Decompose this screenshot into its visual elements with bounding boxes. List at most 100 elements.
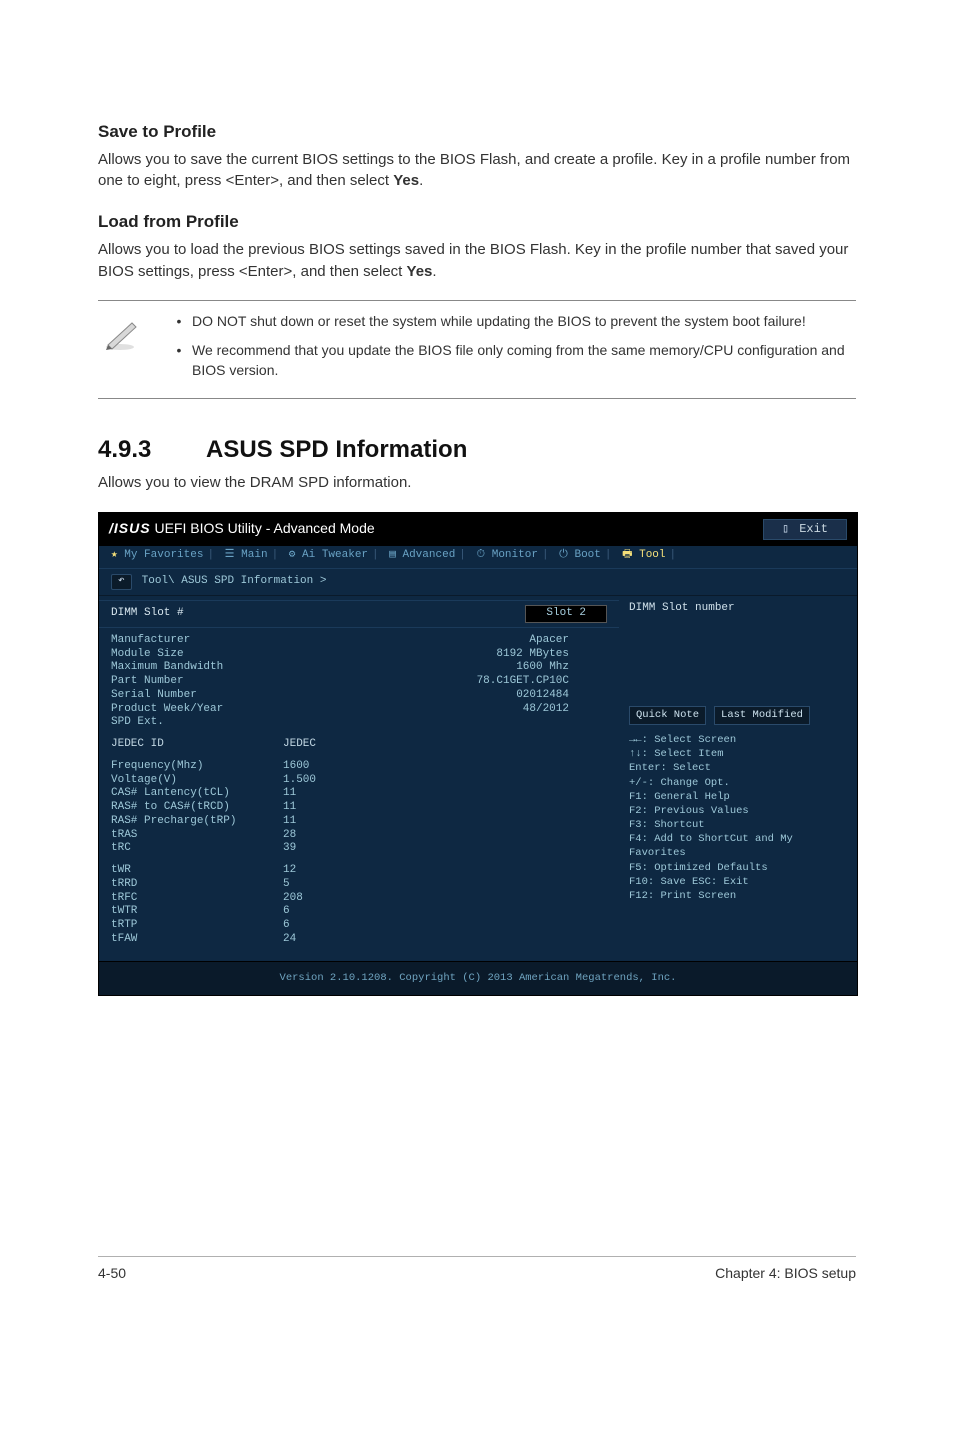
last-modified-button[interactable]: Last Modified	[714, 706, 810, 725]
exit-button[interactable]: ▯ Exit	[763, 519, 847, 540]
load-profile-heading: Load from Profile	[98, 210, 856, 235]
info-key: Product Week/Year	[111, 703, 283, 717]
table-row: Maximum Bandwidth1600 Mhz	[111, 661, 607, 675]
save-profile-yes: Yes	[393, 172, 419, 189]
timing-block-1: Frequency(Mhz)1600 Voltage(V)1.500 CAS# …	[99, 752, 619, 862]
tab-ai-tweaker[interactable]: Ai Tweaker	[302, 549, 368, 561]
help-line: F1: General Help	[629, 790, 845, 804]
tab-favorites[interactable]: My Favorites	[124, 549, 203, 561]
module-info-block: ManufacturerApacer Module Size8192 MByte…	[99, 628, 619, 730]
timing-key: Voltage(V)	[111, 774, 283, 788]
section-header: 4.9.3 ASUS SPD Information	[98, 433, 856, 468]
info-key: Module Size	[111, 648, 283, 662]
dimm-slot-label: DIMM Slot #	[111, 607, 411, 621]
timing-val: 11	[283, 801, 296, 815]
table-row: RAS# Precharge(tRP)11	[111, 815, 607, 829]
table-row: Part Number78.C1GET.CP10C	[111, 675, 607, 689]
table-row: tRRD5	[111, 878, 607, 892]
chapter-title: Chapter 4: BIOS setup	[715, 1263, 856, 1283]
bullet-dot: •	[166, 340, 192, 381]
help-line: F4: Add to ShortCut and My Favorites	[629, 832, 845, 860]
timing-key: tFAW	[111, 933, 283, 947]
info-val: 78.C1GET.CP10C	[283, 675, 607, 689]
tab-advanced[interactable]: Advanced	[402, 549, 455, 561]
timing-val: 1.500	[283, 774, 316, 788]
note-text-2: We recommend that you update the BIOS fi…	[192, 340, 852, 381]
load-profile-para: Allows you to load the previous BIOS set…	[98, 239, 856, 283]
bios-breadcrumb: ↶ Tool\ ASUS SPD Information >	[99, 569, 857, 596]
advanced-icon: ▤	[389, 549, 396, 561]
monitor-icon: ⏱	[477, 549, 486, 561]
timing-key: tRAS	[111, 829, 283, 843]
table-row: CAS# Lantency(tCL)11	[111, 787, 607, 801]
note-icon-col	[102, 311, 166, 353]
tool-icon: 🖶	[622, 549, 632, 561]
table-row: Voltage(V)1.500	[111, 774, 607, 788]
help-line: →←: Select Screen	[629, 733, 845, 747]
section-subtext: Allows you to view the DRAM SPD informat…	[98, 472, 856, 494]
jedec-row: JEDEC ID JEDEC	[99, 730, 619, 752]
timing-val: 6	[283, 919, 290, 933]
save-profile-end: .	[419, 172, 423, 189]
help-line: F10: Save ESC: Exit	[629, 875, 845, 889]
timing-val: 24	[283, 933, 296, 947]
quick-note-button[interactable]: Quick Note	[629, 706, 706, 725]
table-row: tWR12	[111, 864, 607, 878]
timing-key: RAS# to CAS#(tRCD)	[111, 801, 283, 815]
table-row: tFAW24	[111, 933, 607, 947]
table-row: Product Week/Year48/2012	[111, 703, 607, 717]
table-row: SPD Ext.	[111, 716, 607, 730]
note-text-1: DO NOT shut down or reset the system whi…	[192, 311, 806, 331]
help-line: F3: Shortcut	[629, 818, 845, 832]
note-box: • DO NOT shut down or reset the system w…	[98, 300, 856, 399]
boot-icon: ⏻	[559, 549, 568, 561]
help-line: ↑↓: Select Item	[629, 747, 845, 761]
timing-key: Frequency(Mhz)	[111, 760, 283, 774]
timing-val: 11	[283, 787, 296, 801]
table-row: RAS# to CAS#(tRCD)11	[111, 801, 607, 815]
timing-key: tRC	[111, 842, 283, 856]
tab-boot[interactable]: Boot	[574, 549, 600, 561]
bios-left-panel: DIMM Slot # Slot 2 ManufacturerApacer Mo…	[99, 596, 619, 961]
info-val	[283, 716, 607, 730]
page-number: 4-50	[98, 1263, 126, 1283]
tab-monitor[interactable]: Monitor	[492, 549, 538, 561]
bios-body: DIMM Slot # Slot 2 ManufacturerApacer Mo…	[99, 596, 857, 961]
bios-title-bar: /ISUS UEFI BIOS Utility - Advanced Mode …	[99, 513, 857, 546]
table-row: ManufacturerApacer	[111, 634, 607, 648]
dimm-header: DIMM Slot # Slot 2	[99, 600, 619, 628]
quicknote-row: Quick Note Last Modified	[629, 706, 845, 725]
dimm-slot-select[interactable]: Slot 2	[525, 605, 607, 623]
page-footer: 4-50 Chapter 4: BIOS setup	[98, 1256, 856, 1283]
bios-tabs: ★ My Favorites| ☰ Main| ⚙ Ai Tweaker| ▤ …	[99, 546, 857, 570]
tab-main[interactable]: Main	[241, 549, 267, 561]
right-panel-title: DIMM Slot number	[629, 602, 845, 616]
star-icon: ★	[111, 549, 118, 561]
jedec-val: JEDEC	[283, 738, 316, 752]
info-val: 1600 Mhz	[283, 661, 607, 675]
timing-val: 39	[283, 842, 296, 856]
info-key: SPD Ext.	[111, 716, 283, 730]
tab-tool[interactable]: Tool	[639, 549, 665, 561]
tweaker-icon: ⚙	[289, 549, 296, 561]
timing-val: 208	[283, 892, 303, 906]
table-row: tRTP6	[111, 919, 607, 933]
save-profile-heading: Save to Profile	[98, 120, 856, 145]
timing-val: 12	[283, 864, 296, 878]
table-row: tRAS28	[111, 829, 607, 843]
exit-icon: ▯	[782, 522, 789, 537]
info-key: Maximum Bandwidth	[111, 661, 283, 675]
info-val: 48/2012	[283, 703, 607, 717]
info-val: 8192 MBytes	[283, 648, 607, 662]
load-profile-text: Allows you to load the previous BIOS set…	[98, 241, 848, 280]
timing-val: 6	[283, 905, 290, 919]
info-key: Part Number	[111, 675, 283, 689]
note-bullets: • DO NOT shut down or reset the system w…	[166, 311, 852, 388]
jedec-key: JEDEC ID	[111, 738, 283, 752]
table-row: Serial Number02012484	[111, 689, 607, 703]
load-profile-yes: Yes	[407, 263, 433, 280]
info-val: 02012484	[283, 689, 607, 703]
back-arrow-button[interactable]: ↶	[111, 574, 132, 590]
bios-screenshot: /ISUS UEFI BIOS Utility - Advanced Mode …	[98, 512, 858, 996]
timing-key: CAS# Lantency(tCL)	[111, 787, 283, 801]
